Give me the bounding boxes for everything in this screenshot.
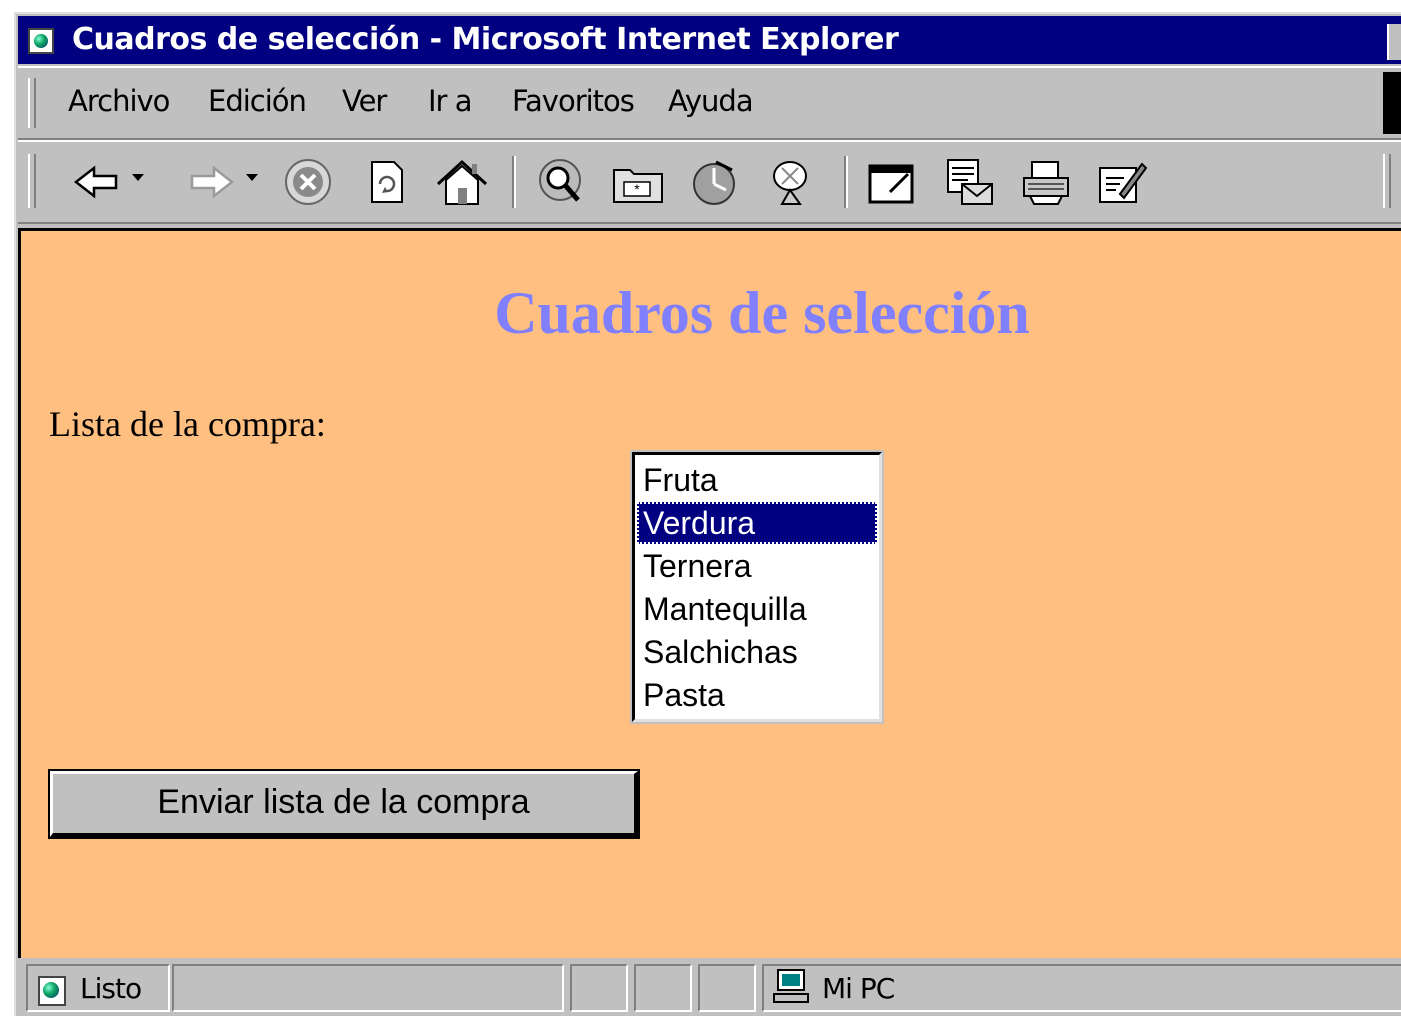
svg-text:*: * — [634, 181, 640, 197]
status-panel-empty — [634, 964, 692, 1012]
standard-toolbar: * — [18, 140, 1401, 224]
list-option-verdura[interactable]: Verdura — [637, 502, 877, 544]
shopping-listbox[interactable]: Fruta Verdura Ternera Mantequilla Salchi… — [630, 450, 884, 724]
menu-bar: Archivo Edición Ver Ir a Favoritos Ayuda — [18, 66, 1401, 140]
status-panel-empty — [570, 964, 628, 1012]
window-control-button[interactable] — [1387, 24, 1401, 60]
zone-text: Mi PC — [822, 972, 895, 1005]
status-text-panel: Listo — [26, 964, 170, 1012]
mail-icon[interactable] — [942, 156, 998, 208]
page-heading: Cuadros de selección — [494, 280, 1030, 346]
toolbar-separator — [512, 156, 516, 208]
list-option-ternera[interactable]: Ternera — [637, 545, 877, 587]
print-icon[interactable] — [1018, 156, 1074, 208]
toolbar-grip[interactable] — [1383, 154, 1391, 208]
title-bar[interactable]: Cuadros de selección - Microsoft Interne… — [18, 16, 1401, 64]
status-text: Listo — [80, 972, 142, 1005]
favorites-icon[interactable]: * — [610, 156, 666, 208]
refresh-icon[interactable] — [358, 156, 414, 208]
submit-list-button[interactable]: Enviar lista de la compra — [48, 769, 640, 839]
list-option-salchichas[interactable]: Salchichas — [637, 631, 877, 673]
stop-icon[interactable] — [280, 156, 336, 208]
progress-panel — [172, 964, 564, 1012]
fullscreen-icon[interactable] — [864, 156, 920, 208]
edit-icon[interactable] — [1094, 156, 1150, 208]
status-panel-empty — [698, 964, 756, 1012]
home-icon[interactable] — [434, 156, 490, 208]
status-bar: Listo Mi PC — [18, 960, 1401, 1016]
history-icon[interactable] — [686, 156, 742, 208]
throbber-logo — [1383, 72, 1401, 134]
channels-icon[interactable] — [764, 156, 820, 208]
menu-edicion[interactable]: Edición — [208, 84, 307, 118]
menu-favoritos[interactable]: Favoritos — [512, 84, 635, 118]
page-status-icon — [38, 976, 66, 1006]
menu-archivo[interactable]: Archivo — [68, 84, 170, 118]
ie-page-icon[interactable] — [28, 28, 54, 54]
list-option-mantequilla[interactable]: Mantequilla — [637, 588, 877, 630]
forward-icon[interactable] — [182, 156, 238, 208]
forward-dropdown-icon[interactable] — [246, 174, 258, 181]
list-option-pasta[interactable]: Pasta — [637, 674, 877, 716]
window-title: Cuadros de selección - Microsoft Interne… — [72, 22, 899, 57]
back-icon[interactable] — [70, 156, 126, 208]
computer-icon — [773, 969, 809, 1003]
list-option-fruta[interactable]: Fruta — [637, 459, 877, 501]
back-dropdown-icon[interactable] — [132, 174, 144, 181]
shopping-list-label: Lista de la compra: — [49, 404, 326, 444]
toolbar-grip[interactable] — [28, 154, 36, 208]
menu-ayuda[interactable]: Ayuda — [668, 84, 754, 118]
toolbar-separator — [844, 156, 848, 208]
menubar-grip[interactable] — [28, 78, 36, 128]
security-zone-panel: Mi PC — [762, 964, 1401, 1012]
menu-ver[interactable]: Ver — [342, 84, 387, 118]
page-content: Cuadros de selección Lista de la compra:… — [18, 228, 1401, 958]
search-icon[interactable] — [532, 156, 588, 208]
menu-ir-a[interactable]: Ir a — [428, 84, 472, 118]
browser-window: Cuadros de selección - Microsoft Interne… — [14, 12, 1401, 1016]
